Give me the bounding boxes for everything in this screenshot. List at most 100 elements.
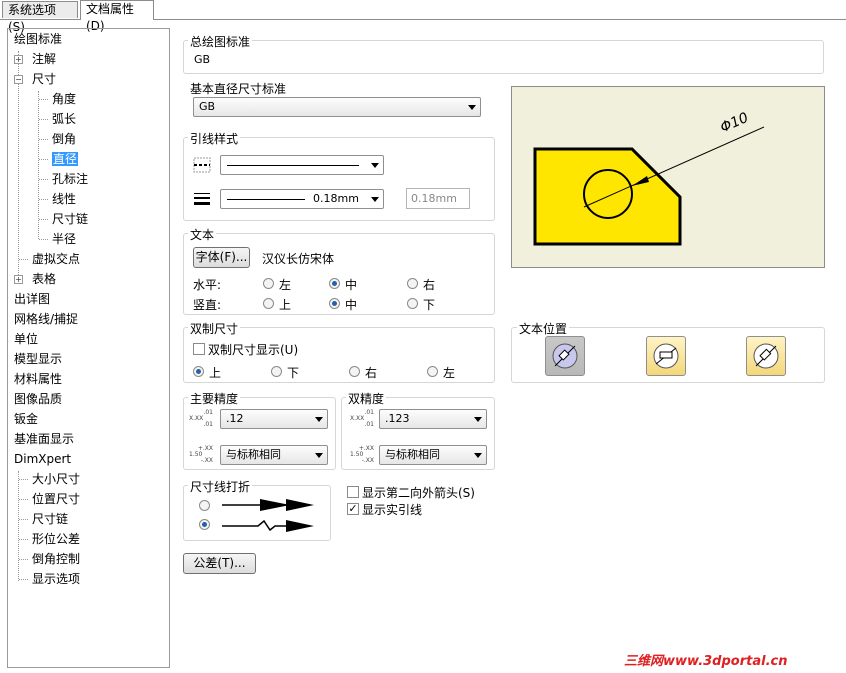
tree-item-chamfer-controls[interactable]: 倒角控制	[32, 551, 80, 567]
line-thickness-select[interactable]: 0.18mm	[220, 189, 384, 209]
dual-right-radio[interactable]	[349, 366, 360, 377]
v-center-label: 中	[345, 298, 358, 312]
dual-left-radio[interactable]	[427, 366, 438, 377]
tree-branch	[39, 119, 48, 120]
tree-item-model-display[interactable]: 模型显示	[14, 351, 62, 367]
text-position-horizontal-icon[interactable]	[646, 336, 686, 376]
dual-right-label: 右	[365, 366, 378, 380]
tree-branch	[19, 479, 28, 480]
line-sample	[227, 199, 305, 200]
v-top-radio[interactable]	[263, 298, 274, 309]
vertical-label: 竖直:	[193, 298, 222, 312]
dual-display-checkbox[interactable]	[193, 343, 205, 355]
primary-tolerance-select[interactable]: 与标称相同	[220, 445, 328, 465]
tree-branch	[19, 539, 28, 540]
tree-branch	[19, 519, 28, 520]
font-button[interactable]: 字体(F)...	[193, 247, 250, 268]
tree-item-dimensions[interactable]: 尺寸	[32, 71, 56, 87]
tab-document-properties[interactable]: 文档属性(D)	[80, 0, 154, 33]
tree-item-material-properties[interactable]: 材料属性	[14, 371, 62, 387]
inline-text-icon	[552, 343, 578, 369]
tree-item-drafting-standard[interactable]: 绘图标准	[14, 31, 62, 47]
v-top-label: 上	[279, 298, 292, 312]
text-position-inline-icon[interactable]	[545, 336, 585, 376]
horizontal-text-icon	[653, 343, 679, 369]
v-bottom-label: 下	[423, 298, 436, 312]
line-style-icon	[193, 157, 211, 173]
dual-down-radio[interactable]	[271, 366, 282, 377]
tree-item-detailing[interactable]: 出详图	[14, 291, 50, 307]
watermark: 三维网www.3dportal.cn	[624, 654, 788, 669]
collapse-icon[interactable]: −	[14, 75, 23, 84]
tolerance-button[interactable]: 公差(T)...	[183, 553, 256, 574]
tree-item-arc-length[interactable]: 弧长	[52, 111, 76, 127]
h-center-label: 中	[345, 278, 358, 292]
tree-item-size-dimension[interactable]: 大小尺寸	[32, 471, 80, 487]
overall-standard-value: GB	[194, 53, 211, 66]
tree-item-chain-dimension[interactable]: 尺寸链	[32, 511, 68, 527]
thickness-field[interactable]: 0.18mm	[406, 188, 470, 209]
tree-item-diameter[interactable]: 直径	[52, 151, 79, 167]
tree-item-chamfer[interactable]: 倒角	[52, 131, 76, 147]
expand-icon[interactable]: +	[14, 275, 23, 284]
h-left-radio[interactable]	[263, 278, 274, 289]
tree-item-dimxpert[interactable]: DimXpert	[14, 451, 71, 467]
tree-line	[18, 471, 19, 581]
straight-dim-line-radio[interactable]	[199, 500, 210, 511]
second-arrow-checkbox[interactable]	[347, 486, 359, 498]
dual-tolerance-select[interactable]: 与标称相同	[379, 445, 487, 465]
second-arrow-label: 显示第二向外箭头(S)	[362, 486, 475, 500]
v-center-radio[interactable]	[329, 298, 340, 309]
expand-icon[interactable]: +	[14, 55, 23, 64]
tree-item-image-quality[interactable]: 图像品质	[14, 391, 62, 407]
jogged-dim-line-radio[interactable]	[199, 519, 210, 530]
tree-item-plane-display[interactable]: 基准面显示	[14, 431, 74, 447]
tree-branch	[39, 99, 48, 100]
h-right-label: 右	[423, 278, 436, 292]
chevron-down-icon	[371, 197, 379, 202]
show-leader-label: 显示实引线	[362, 503, 423, 517]
tree-item-virtual-sharps[interactable]: 虚拟交点	[32, 251, 80, 267]
tree-branch	[39, 199, 48, 200]
group-title: 文本位置	[517, 320, 570, 337]
tree-item-geometric-tolerance[interactable]: 形位公差	[32, 531, 80, 547]
tree-branch	[39, 239, 48, 240]
tree-item-grid-snap[interactable]: 网格线/捕捉	[14, 311, 78, 327]
chevron-down-icon	[474, 453, 482, 458]
group-title: 引线样式	[188, 130, 241, 147]
dual-precision-select[interactable]: .123	[379, 409, 487, 429]
tree-item-location-dimension[interactable]: 位置尺寸	[32, 491, 80, 507]
tree-branch	[19, 579, 28, 580]
diameter-preview: Φ10	[511, 86, 825, 268]
tree-item-angle[interactable]: 角度	[52, 91, 76, 107]
base-standard-select[interactable]: GB	[193, 97, 481, 117]
show-leader-checkbox[interactable]: ✓	[347, 503, 359, 515]
tree-item-linear[interactable]: 线性	[52, 191, 76, 207]
precision-value-icon: .01 X.XX .01	[189, 409, 213, 428]
precision-tolerance-icon: +.XX 1.50 -.XX	[189, 445, 213, 464]
tree-item-display-options[interactable]: 显示选项	[32, 571, 80, 587]
h-center-radio[interactable]	[329, 278, 340, 289]
tab-system-options[interactable]: 系统选项(S)	[2, 1, 78, 34]
tree-item-annotations[interactable]: 注解	[32, 51, 56, 67]
tree-item-hole-callout[interactable]: 孔标注	[52, 171, 88, 187]
dual-up-radio[interactable]	[193, 366, 204, 377]
tree-item-units[interactable]: 单位	[14, 331, 38, 347]
group-title: 主要精度	[188, 390, 241, 407]
tree-branch	[39, 179, 48, 180]
v-bottom-radio[interactable]	[407, 298, 418, 309]
text-position-aligned-icon[interactable]	[746, 336, 786, 376]
precision-tolerance-icon: +.XX 1.50 -.XX	[350, 445, 374, 464]
tree-item-ordinate[interactable]: 尺寸链	[52, 211, 88, 227]
tree-branch	[19, 559, 28, 560]
tree-branch	[19, 259, 28, 260]
line-style-select[interactable]	[220, 155, 384, 175]
chevron-down-icon	[315, 417, 323, 422]
tree-item-tables[interactable]: 表格	[32, 271, 56, 287]
primary-precision-select[interactable]: .12	[220, 409, 328, 429]
tree-item-sheet-metal[interactable]: 钣金	[14, 411, 38, 427]
tree-line	[38, 91, 39, 239]
tree-item-radius[interactable]: 半径	[52, 231, 76, 247]
h-right-radio[interactable]	[407, 278, 418, 289]
chevron-down-icon	[468, 105, 476, 110]
